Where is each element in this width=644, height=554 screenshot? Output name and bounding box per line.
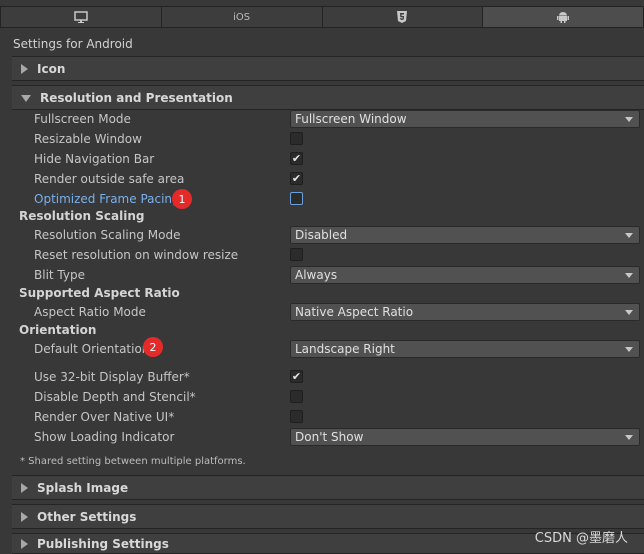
render-over-native-ui-checkbox[interactable] [290, 410, 303, 423]
default-orientation-dropdown[interactable]: Landscape Right [290, 340, 640, 358]
hide-navigation-bar-checkbox[interactable]: ✔ [290, 152, 303, 165]
render-outside-safe-area-checkbox[interactable]: ✔ [290, 172, 303, 185]
checkmark-icon: ✔ [291, 370, 302, 383]
expand-arrow-icon [21, 538, 28, 549]
section-other-settings-label: Other Settings [37, 509, 137, 524]
chevron-down-icon [625, 117, 633, 122]
blit-type-dropdown[interactable]: Always [290, 266, 640, 284]
section-resolution-label: Resolution and Presentation [40, 90, 233, 105]
use-32bit-buffer-label: Use 32-bit Display Buffer* [34, 370, 190, 384]
html5-icon [397, 11, 408, 23]
resizable-window-checkbox[interactable] [290, 132, 303, 145]
reset-resolution-label: Reset resolution on window resize [34, 248, 239, 262]
chevron-down-icon [625, 233, 633, 238]
disable-depth-stencil-checkbox[interactable] [290, 390, 303, 403]
expand-arrow-icon [21, 511, 28, 522]
resolution-scaling-mode-label: Resolution Scaling Mode [34, 228, 181, 242]
page-title: Settings for Android [13, 37, 133, 51]
section-publishing-settings-label: Publishing Settings [37, 536, 169, 551]
fullscreen-mode-value: Fullscreen Window [295, 112, 407, 126]
show-loading-indicator-label: Show Loading Indicator [34, 430, 175, 444]
chevron-down-icon [625, 435, 633, 440]
checkmark-icon: ✔ [291, 172, 302, 185]
android-icon [557, 12, 570, 23]
chevron-down-icon [625, 310, 633, 315]
optimized-frame-pacing-label: Optimized Frame Pacing [34, 192, 180, 206]
section-other-settings[interactable]: Other Settings [12, 504, 644, 529]
reset-resolution-checkbox[interactable] [290, 248, 303, 261]
tab-webgl[interactable] [322, 6, 484, 28]
expand-arrow-icon [21, 482, 28, 493]
section-splash-image[interactable]: Splash Image [12, 475, 644, 500]
default-orientation-value: Landscape Right [295, 342, 395, 356]
annotation-badge-2: 2 [143, 337, 163, 357]
resolution-scaling-mode-value: Disabled [295, 228, 348, 242]
render-outside-safe-area-label: Render outside safe area [34, 172, 185, 186]
section-icon-label: Icon [37, 61, 66, 76]
monitor-icon [74, 11, 88, 23]
collapse-arrow-icon [21, 95, 31, 102]
show-loading-indicator-value: Don't Show [295, 430, 364, 444]
tab-ios[interactable]: iOS [161, 6, 323, 28]
annotation-badge-1: 1 [172, 189, 192, 209]
resolution-scaling-mode-dropdown[interactable]: Disabled [290, 226, 640, 244]
resolution-panel: Fullscreen Mode Fullscreen Window Resiza… [12, 110, 644, 473]
section-resolution[interactable]: Resolution and Presentation [12, 85, 644, 110]
chevron-down-icon [625, 347, 633, 352]
resizable-window-label: Resizable Window [34, 132, 142, 146]
fullscreen-mode-dropdown[interactable]: Fullscreen Window [290, 110, 640, 128]
shared-setting-footnote: * Shared setting between multiple platfo… [20, 456, 246, 467]
optimized-frame-pacing-checkbox[interactable] [290, 192, 303, 205]
blit-type-value: Always [295, 268, 338, 282]
tab-standalone[interactable] [0, 6, 162, 28]
chevron-down-icon [625, 273, 633, 278]
tab-android[interactable] [483, 6, 644, 28]
expand-arrow-icon [21, 63, 28, 74]
tab-ios-label: iOS [233, 11, 251, 23]
blit-type-label: Blit Type [34, 268, 85, 282]
supported-aspect-ratio-heading: Supported Aspect Ratio [19, 286, 180, 300]
render-over-native-ui-label: Render Over Native UI* [34, 410, 175, 424]
hide-navigation-bar-label: Hide Navigation Bar [34, 152, 155, 166]
use-32bit-buffer-checkbox[interactable]: ✔ [290, 370, 303, 383]
aspect-ratio-mode-dropdown[interactable]: Native Aspect Ratio [290, 303, 640, 321]
fullscreen-mode-label: Fullscreen Mode [34, 112, 131, 126]
disable-depth-stencil-label: Disable Depth and Stencil* [34, 390, 196, 404]
section-splash-image-label: Splash Image [37, 480, 129, 495]
default-orientation-label: Default Orientation* [34, 342, 156, 356]
section-icon[interactable]: Icon [12, 56, 644, 81]
platform-tabs: iOS [0, 6, 644, 28]
watermark: CSDN @墨磨人 [534, 531, 628, 546]
checkmark-icon: ✔ [291, 152, 302, 165]
resolution-scaling-heading: Resolution Scaling [19, 209, 145, 223]
aspect-ratio-mode-value: Native Aspect Ratio [295, 305, 414, 319]
aspect-ratio-mode-label: Aspect Ratio Mode [34, 305, 146, 319]
show-loading-indicator-dropdown[interactable]: Don't Show [290, 428, 640, 446]
orientation-heading: Orientation [19, 323, 97, 337]
